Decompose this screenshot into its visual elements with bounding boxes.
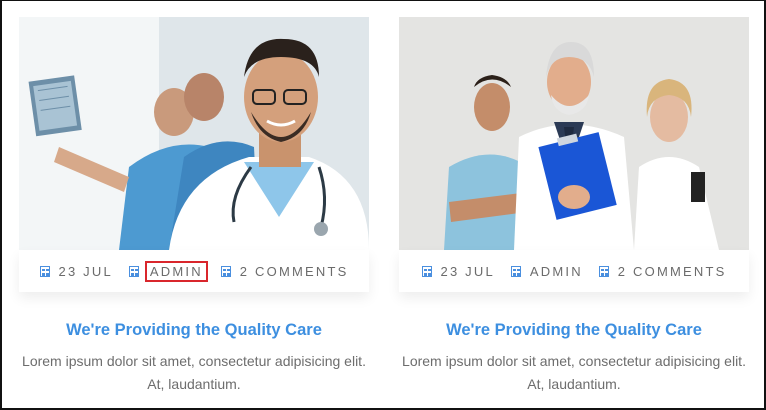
post-comments[interactable]: 2 COMMENTS xyxy=(220,263,349,279)
post-date[interactable]: 23 JUL xyxy=(39,263,113,279)
post-comments-label: 2 COMMENTS xyxy=(239,263,349,279)
calendar-icon xyxy=(421,265,432,277)
comment-icon xyxy=(598,265,609,277)
post-author[interactable]: ADMIN xyxy=(128,260,208,282)
post-title-link[interactable]: We're Providing the Quality Care xyxy=(19,321,369,340)
post-title-link[interactable]: We're Providing the Quality Care xyxy=(399,321,749,340)
post-date[interactable]: 23 JUL xyxy=(421,263,495,279)
calendar-icon xyxy=(39,265,50,277)
post-comments-label: 2 COMMENTS xyxy=(617,263,727,279)
user-icon xyxy=(128,265,139,277)
blog-image-doctors-lab[interactable] xyxy=(19,17,369,250)
blog-card: 23 JUL ADMIN 2 COMMENTS We're Providing … xyxy=(19,17,369,396)
post-author-label[interactable]: ADMIN xyxy=(144,260,208,282)
post-meta-bar: 23 JUL ADMIN 2 COMMENTS xyxy=(399,250,749,292)
comment-icon xyxy=(220,265,231,277)
post-date-label: 23 JUL xyxy=(440,263,495,279)
post-excerpt: Lorem ipsum dolor sit amet, consectetur … xyxy=(22,353,366,392)
post-date-label: 23 JUL xyxy=(58,263,113,279)
post-meta-bar: 23 JUL ADMIN 2 COMMENTS xyxy=(19,250,369,292)
post-author-label[interactable]: ADMIN xyxy=(530,264,583,279)
blog-card: 23 JUL ADMIN 2 COMMENTS We're Providing … xyxy=(399,17,749,396)
post-excerpt: Lorem ipsum dolor sit amet, consectetur … xyxy=(402,353,746,392)
post-comments[interactable]: 2 COMMENTS xyxy=(598,263,727,279)
post-author[interactable]: ADMIN xyxy=(510,264,583,279)
user-icon xyxy=(510,265,521,277)
blog-image-medical-team[interactable] xyxy=(399,17,749,250)
